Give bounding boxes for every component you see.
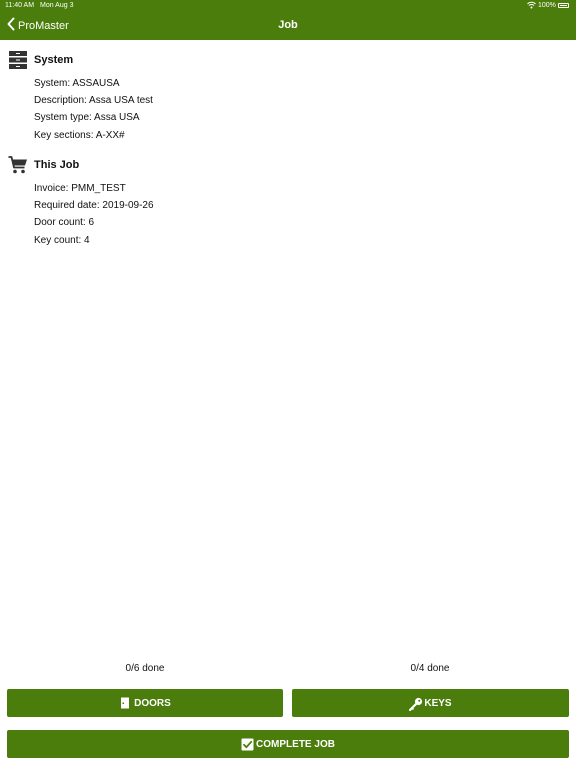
- job-key-count: Key count: 4: [34, 234, 90, 246]
- server-icon: [8, 50, 28, 70]
- doors-button[interactable]: DOORS: [7, 689, 283, 717]
- job-section-title: This Job: [34, 159, 80, 171]
- keys-button-label: KEYS: [424, 697, 452, 709]
- system-description: Description: Assa USA test: [34, 95, 153, 107]
- status-date: Mon Aug 3: [40, 2, 74, 9]
- page-title: Job: [278, 19, 298, 31]
- battery-percent: 100%: [538, 2, 556, 9]
- status-time: 11:40 AM: [5, 2, 35, 9]
- system-key-sections: Key sections: A-XX#: [34, 129, 125, 141]
- checkbox-checked-icon: [241, 738, 254, 751]
- key-icon: [409, 697, 423, 712]
- system-section: System System: ASSAUSA Description: Assa…: [8, 49, 153, 147]
- complete-job-button[interactable]: COMPLETE JOB: [7, 730, 569, 758]
- wifi-icon: [527, 1, 536, 11]
- job-section: This Job Invoice: PMM_TEST Required date…: [8, 154, 154, 252]
- cart-icon: [8, 155, 28, 175]
- job-invoice: Invoice: PMM_TEST: [34, 183, 126, 194]
- keys-button[interactable]: KEYS: [292, 689, 569, 717]
- status-bar: 11:40 AM Mon Aug 3 100%: [0, 0, 576, 12]
- system-type: System type: Assa USA: [34, 112, 140, 124]
- doors-progress: 0/6 done: [125, 663, 165, 674]
- navigation-bar: ProMaster Job: [0, 12, 576, 40]
- job-door-count: Door count: 6: [34, 217, 95, 229]
- job-required-date: Required date: 2019-09-26: [34, 200, 154, 212]
- complete-job-button-label: COMPLETE JOB: [256, 738, 335, 750]
- keys-progress: 0/4 done: [410, 663, 450, 674]
- door-icon: [119, 697, 131, 709]
- battery-icon: [558, 3, 569, 8]
- doors-button-label: DOORS: [134, 697, 171, 709]
- system-section-title: System: [34, 54, 74, 66]
- system-name: System: ASSAUSA: [34, 78, 120, 89]
